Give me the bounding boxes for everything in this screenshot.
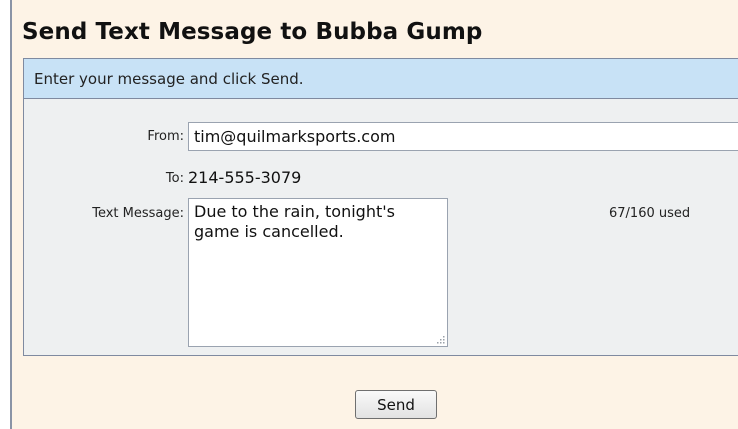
- message-label: Text Message:: [92, 206, 184, 221]
- resize-grip-icon[interactable]: [435, 334, 445, 344]
- send-text-panel: Send Text Message to Bubba Gump Enter yo…: [10, 0, 738, 429]
- instructions-bar: Enter your message and click Send.: [24, 59, 738, 99]
- to-label: To:: [165, 171, 184, 186]
- character-count: 67/160 used: [609, 206, 691, 221]
- send-button[interactable]: Send: [355, 390, 437, 419]
- page-title: Send Text Message to Bubba Gump: [22, 19, 483, 45]
- message-textarea[interactable]: Due to the rain, tonight's game is cance…: [188, 198, 448, 347]
- from-field[interactable]: [188, 122, 738, 151]
- to-value: 214-555-3079: [188, 168, 302, 187]
- from-label: From:: [147, 129, 184, 144]
- message-form: Enter your message and click Send. From:…: [23, 58, 738, 356]
